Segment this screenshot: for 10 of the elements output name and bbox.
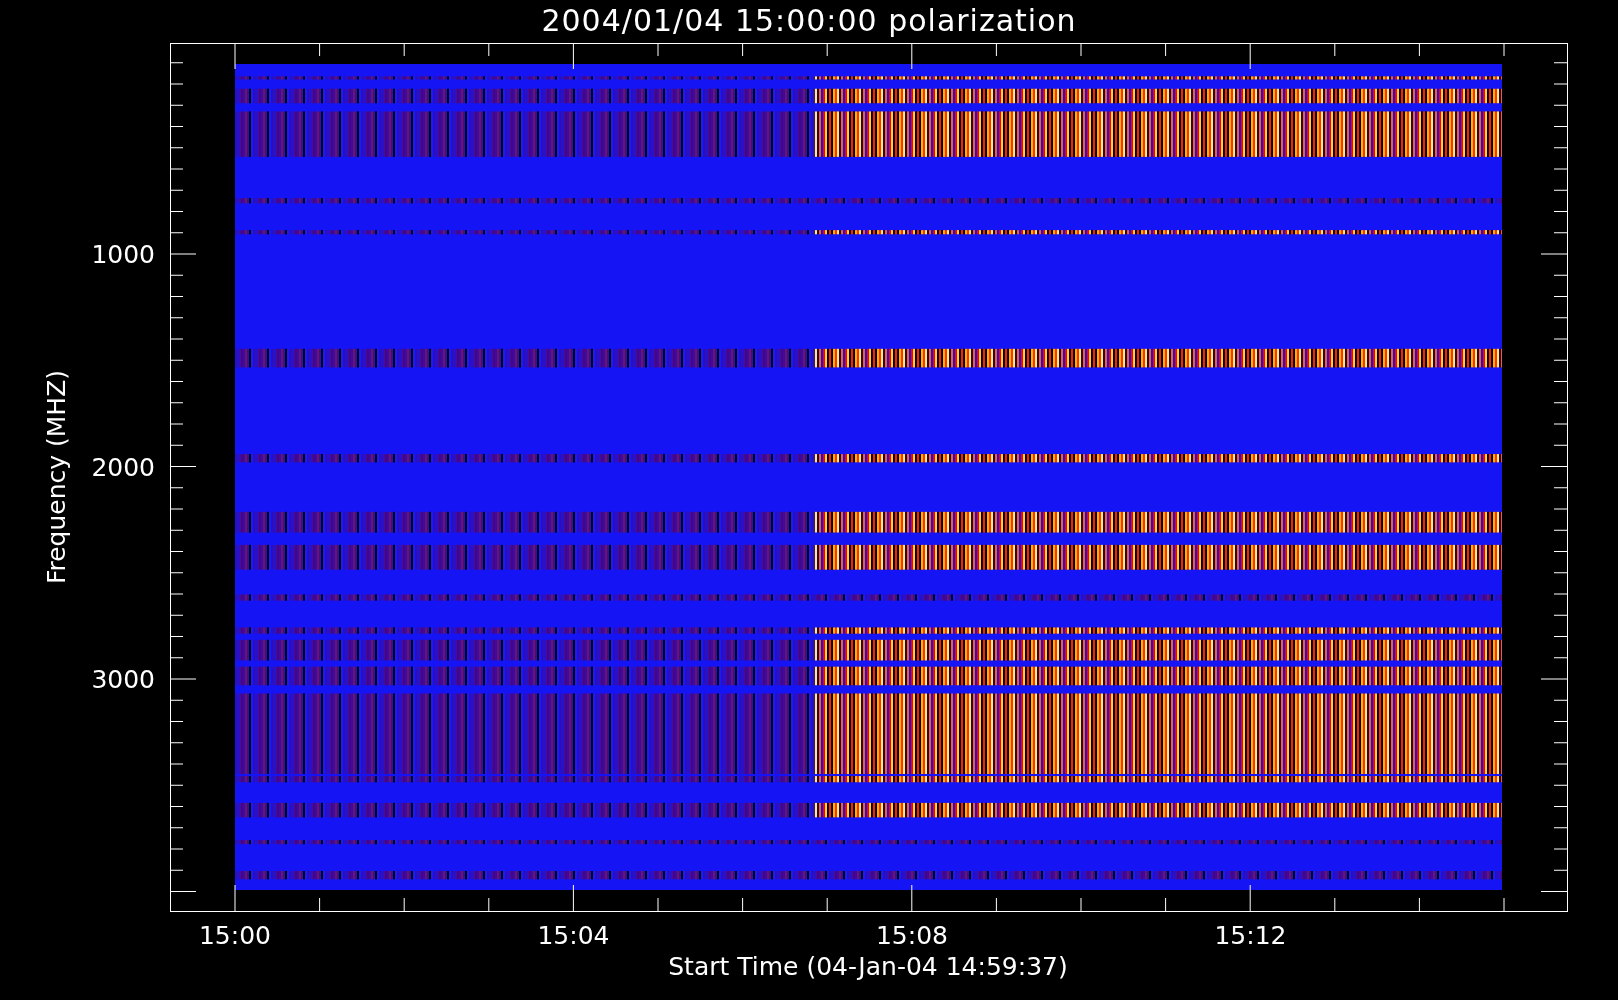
x-tick-label: 15:12 (1214, 921, 1287, 950)
y-tick-label: 1000 (91, 240, 155, 269)
x-tick-label: 15:08 (876, 921, 948, 950)
x-tick-label: 15:04 (537, 921, 610, 950)
y-tick-label: 2000 (91, 452, 155, 482)
plot-title: 2004/01/04 15:00:00 polarization (541, 2, 1077, 40)
y-tick-label: 3000 (91, 665, 155, 694)
y-axis-label: Frequency (MHZ) (42, 369, 71, 585)
x-axis-label: Start Time (04-Jan-04 14:59:37) (668, 952, 1068, 981)
x-tick-label: 15:00 (199, 921, 271, 950)
